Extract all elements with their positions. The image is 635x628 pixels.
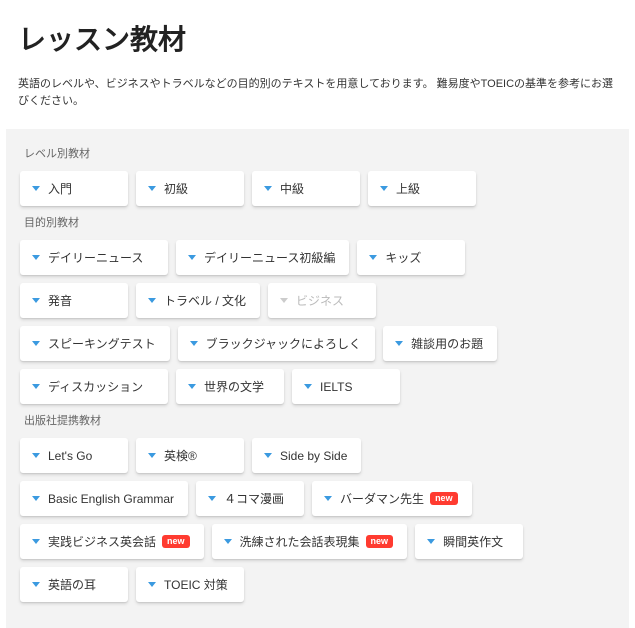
publisher-row-0: Let's Go 英検® Side by Side <box>20 438 615 473</box>
caret-down-icon <box>224 539 232 544</box>
caret-down-icon <box>427 539 435 544</box>
material-label: Basic English Grammar <box>48 492 174 506</box>
caret-down-icon <box>188 384 196 389</box>
caret-down-icon <box>190 341 198 346</box>
material-btn-world-literature[interactable]: 世界の文学 <box>176 369 284 404</box>
material-btn-discussion[interactable]: ディスカッション <box>20 369 168 404</box>
material-btn-daily-news[interactable]: デイリーニュース <box>20 240 168 275</box>
material-label: Let's Go <box>48 449 92 463</box>
material-btn-lets-go[interactable]: Let's Go <box>20 438 128 473</box>
section-heading-level: レベル別教材 <box>24 145 615 161</box>
material-btn-business: ビジネス <box>268 283 376 318</box>
material-label: 英語の耳 <box>48 576 96 593</box>
material-label: 上級 <box>396 180 420 197</box>
material-label: デイリーニュース <box>48 249 143 266</box>
material-btn-kids[interactable]: キッズ <box>357 240 465 275</box>
material-btn-english-ear[interactable]: 英語の耳 <box>20 567 128 602</box>
publisher-row-3: 英語の耳 TOEIC 対策 <box>20 567 615 602</box>
page-title: レッスン教材 <box>0 0 635 68</box>
material-btn-eiken[interactable]: 英検® <box>136 438 244 473</box>
material-btn-intermediate[interactable]: 中級 <box>252 171 360 206</box>
material-label: 初級 <box>164 180 188 197</box>
caret-down-icon <box>380 186 388 191</box>
material-label: デイリーニュース初級編 <box>204 249 335 266</box>
material-btn-beginner[interactable]: 初級 <box>136 171 244 206</box>
caret-down-icon <box>148 186 156 191</box>
page-description: 英語のレベルや、ビジネスやトラベルなどの目的別のテキストを用意しております。 難… <box>0 68 635 129</box>
material-label: バーダマン先生 <box>340 490 424 507</box>
material-btn-business-english[interactable]: 実践ビジネス英会話 new <box>20 524 204 559</box>
material-btn-advanced[interactable]: 上級 <box>368 171 476 206</box>
material-label: ４コマ漫画 <box>224 490 284 507</box>
caret-down-icon <box>32 341 40 346</box>
caret-down-icon <box>32 453 40 458</box>
material-label: 中級 <box>280 180 304 197</box>
caret-down-icon <box>32 186 40 191</box>
purpose-row-1: 発音 トラベル / 文化 ビジネス <box>20 283 615 318</box>
publisher-row-2: 実践ビジネス英会話 new 洗練された会話表現集 new 瞬間英作文 <box>20 524 615 559</box>
material-btn-speaking-test[interactable]: スピーキングテスト <box>20 326 170 361</box>
material-btn-daily-news-beginner[interactable]: デイリーニュース初級編 <box>176 240 349 275</box>
caret-down-icon <box>264 186 272 191</box>
material-label: 実践ビジネス英会話 <box>48 533 156 550</box>
material-label: キッズ <box>385 249 421 266</box>
caret-down-icon <box>280 298 288 303</box>
material-label: 雑談用のお題 <box>411 335 483 352</box>
material-label: ディスカッション <box>48 378 143 395</box>
material-btn-basic-english-grammar[interactable]: Basic English Grammar <box>20 481 188 516</box>
publisher-row-1: Basic English Grammar ４コマ漫画 バーダマン先生 new <box>20 481 615 516</box>
material-label: IELTS <box>320 380 352 394</box>
caret-down-icon <box>304 384 312 389</box>
material-label: 発音 <box>48 292 72 309</box>
caret-down-icon <box>148 298 156 303</box>
material-btn-toeic[interactable]: TOEIC 対策 <box>136 567 244 602</box>
caret-down-icon <box>32 298 40 303</box>
material-label: Side by Side <box>280 449 347 463</box>
material-btn-ielts[interactable]: IELTS <box>292 369 400 404</box>
material-label: 入門 <box>48 180 72 197</box>
material-label: スピーキングテスト <box>48 335 156 352</box>
purpose-row-2: スピーキングテスト ブラックジャックによろしく 雑談用のお題 <box>20 326 615 361</box>
material-label: ビジネス <box>296 292 344 309</box>
material-btn-refined-conversation[interactable]: 洗練された会話表現集 new <box>212 524 408 559</box>
material-label: トラベル / 文化 <box>164 292 246 309</box>
material-label: 世界の文学 <box>204 378 264 395</box>
purpose-row-3: ディスカッション 世界の文学 IELTS <box>20 369 615 404</box>
caret-down-icon <box>324 496 332 501</box>
caret-down-icon <box>32 539 40 544</box>
material-btn-intro[interactable]: 入門 <box>20 171 128 206</box>
material-btn-instant-composition[interactable]: 瞬間英作文 <box>415 524 523 559</box>
section-heading-purpose: 目的別教材 <box>24 214 615 230</box>
caret-down-icon <box>148 453 156 458</box>
purpose-row-0: デイリーニュース デイリーニュース初級編 キッズ <box>20 240 615 275</box>
caret-down-icon <box>188 255 196 260</box>
material-btn-4koma[interactable]: ４コマ漫画 <box>196 481 304 516</box>
material-label: 瞬間英作文 <box>443 533 503 550</box>
new-badge: new <box>366 535 394 549</box>
material-btn-vardaman[interactable]: バーダマン先生 new <box>312 481 472 516</box>
material-label: ブラックジャックによろしく <box>206 335 361 352</box>
material-label: 洗練された会話表現集 <box>240 533 360 550</box>
materials-container: レベル別教材 入門 初級 中級 上級 目的別教材 デイリーニュース デイリーニュ… <box>6 129 629 628</box>
caret-down-icon <box>32 496 40 501</box>
level-row: 入門 初級 中級 上級 <box>20 171 615 206</box>
caret-down-icon <box>264 453 272 458</box>
caret-down-icon <box>148 582 156 587</box>
caret-down-icon <box>395 341 403 346</box>
new-badge: new <box>430 492 458 506</box>
caret-down-icon <box>369 255 377 260</box>
material-btn-side-by-side[interactable]: Side by Side <box>252 438 361 473</box>
material-label: TOEIC 対策 <box>164 576 228 593</box>
material-btn-travel-culture[interactable]: トラベル / 文化 <box>136 283 260 318</box>
caret-down-icon <box>32 255 40 260</box>
material-label: 英検® <box>164 447 197 464</box>
caret-down-icon <box>32 582 40 587</box>
caret-down-icon <box>32 384 40 389</box>
caret-down-icon <box>208 496 216 501</box>
material-btn-blackjack[interactable]: ブラックジャックによろしく <box>178 326 375 361</box>
material-btn-chat-topics[interactable]: 雑談用のお題 <box>383 326 497 361</box>
section-heading-publisher: 出版社提携教材 <box>24 412 615 428</box>
material-btn-pronunciation[interactable]: 発音 <box>20 283 128 318</box>
new-badge: new <box>162 535 190 549</box>
